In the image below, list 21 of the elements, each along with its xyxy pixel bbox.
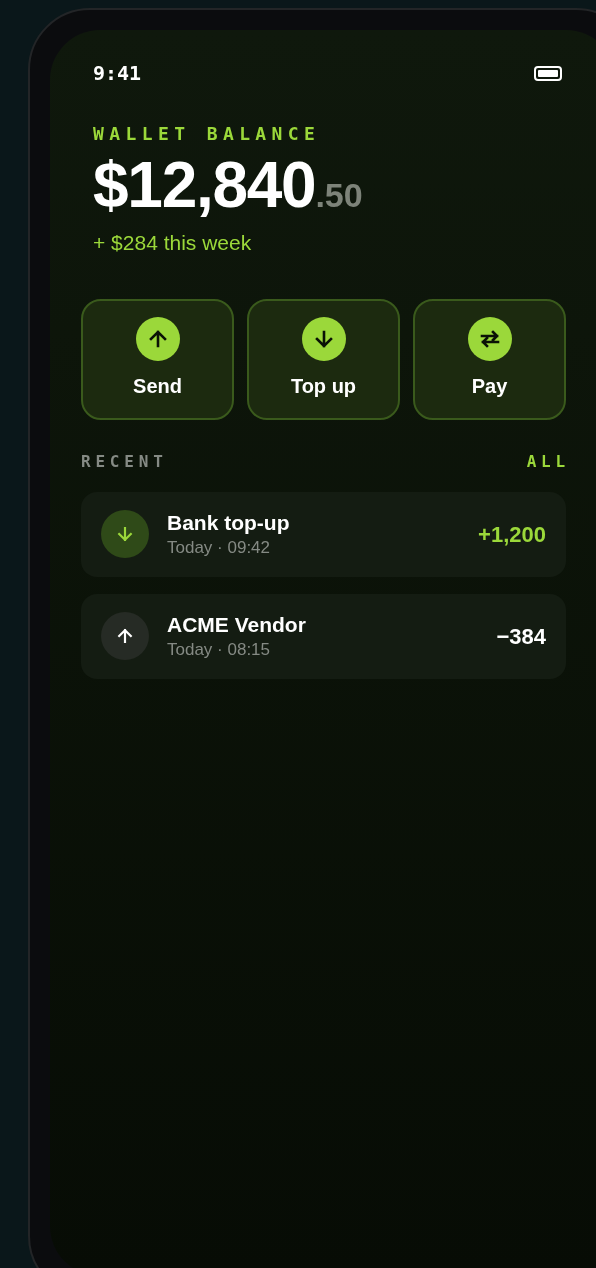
see-all-link[interactable]: ALL xyxy=(526,449,570,474)
balance-label: WALLET BALANCE xyxy=(93,122,322,146)
transaction-row[interactable]: ACME Vendor Today · 08:15 −384 xyxy=(81,593,566,679)
status-time: 9:41 xyxy=(93,60,142,87)
arrow-up-icon xyxy=(115,626,135,646)
transaction-name: ACME Vendor xyxy=(167,612,307,639)
balance-amount: $12,840 xyxy=(93,153,316,217)
transaction-amount: −384 xyxy=(496,622,546,651)
arrow-down-icon xyxy=(115,524,135,544)
transaction-name: Bank top-up xyxy=(167,510,291,537)
transaction-row[interactable]: Bank top-up Today · 09:42 +1,200 xyxy=(81,491,566,577)
action-button[interactable]: Top up xyxy=(247,298,400,420)
transaction-amount: +1,200 xyxy=(478,520,546,549)
action-button[interactable]: Send xyxy=(81,298,234,420)
balance-cents: .50 xyxy=(315,178,363,212)
transaction-time: Today · 08:15 xyxy=(167,638,271,660)
weekly-change: + $284 this week xyxy=(93,230,253,256)
transaction-time: Today · 09:42 xyxy=(167,536,271,558)
action-button[interactable]: Pay xyxy=(413,298,566,420)
section-title: RECENT xyxy=(81,450,168,473)
battery-icon xyxy=(534,65,562,81)
